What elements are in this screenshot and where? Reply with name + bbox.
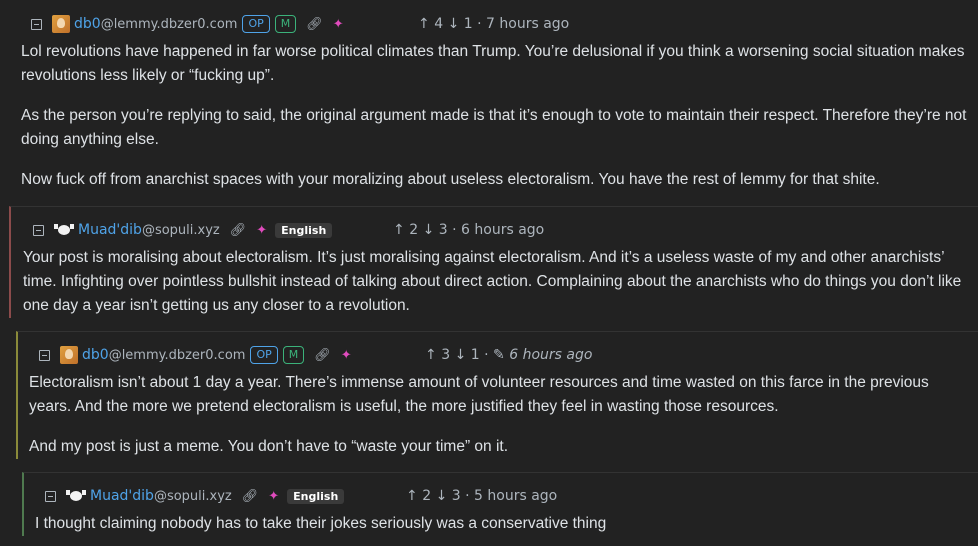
comment: Muad'dib @sopuli.xyz 🔗︎ ✦ English ↑ 2 ↓ 3…: [9, 206, 978, 318]
vote-info: ↑ 3 ↓ 1 · ✎ 6 hours ago: [425, 347, 593, 363]
mod-badge: M: [282, 346, 305, 364]
comment-header: Muad'dib @sopuli.xyz 🔗︎ ✦ English ↑ 2 ↓ 3…: [33, 218, 978, 242]
language-badge: English: [287, 488, 345, 504]
downvote-count: 1: [470, 347, 480, 363]
collapse-icon[interactable]: [33, 224, 44, 236]
timestamp: 5 hours ago: [474, 488, 558, 504]
comment-paragraph: And my post is just a meme. You don’t ha…: [29, 438, 509, 455]
downvote-icon[interactable]: ↓: [455, 347, 467, 363]
comment-paragraph: As the person you’re replying to said, t…: [21, 107, 967, 148]
downvote-icon[interactable]: ↓: [448, 16, 460, 32]
avatar[interactable]: [60, 346, 78, 364]
comment: db0 @lemmy.dbzer0.com OP M 🔗︎ ✦ ↑ 4 ↓ 1 ·…: [0, 0, 978, 192]
timestamp: 6 hours ago: [461, 222, 545, 238]
upvote-count: 2: [422, 488, 432, 504]
language-badge: English: [275, 222, 333, 238]
instance[interactable]: @sopuli.xyz: [154, 489, 232, 504]
link-icon[interactable]: 🔗︎: [242, 489, 259, 504]
comment-body: Your post is moralising about electorali…: [23, 246, 978, 318]
username[interactable]: db0: [74, 16, 101, 32]
comment-thread: db0 @lemmy.dbzer0.com OP M 🔗︎ ✦ ↑ 4 ↓ 1 ·…: [0, 0, 978, 546]
instance[interactable]: @sopuli.xyz: [142, 223, 220, 238]
op-badge: OP: [242, 15, 270, 33]
upvote-icon[interactable]: ↑: [406, 488, 418, 504]
comment: db0 @lemmy.dbzer0.com OP M 🔗︎ ✦ ↑ 3 ↓ 1 ·…: [16, 331, 978, 459]
mod-badge: M: [274, 15, 297, 33]
vote-info: ↑ 2 ↓ 3 · 5 hours ago: [406, 488, 558, 504]
timestamp: 6 hours ago: [509, 347, 593, 363]
vote-info: ↑ 4 ↓ 1 · 7 hours ago: [418, 16, 570, 32]
edit-icon: ✎: [493, 347, 505, 363]
link-icon[interactable]: 🔗︎: [306, 17, 323, 32]
upvote-icon[interactable]: ↑: [393, 222, 405, 238]
link-icon[interactable]: 🔗︎: [230, 223, 247, 238]
instance[interactable]: @lemmy.dbzer0.com: [101, 17, 238, 32]
collapse-icon[interactable]: [45, 490, 56, 502]
avatar[interactable]: [66, 489, 86, 503]
fediverse-icon[interactable]: ✦: [341, 348, 352, 363]
downvote-count: 3: [438, 222, 448, 238]
upvote-count: 4: [434, 16, 444, 32]
comment-paragraph: Electoralism isn’t about 1 day a year. T…: [29, 374, 929, 415]
link-icon[interactable]: 🔗︎: [314, 348, 331, 363]
username[interactable]: Muad'dib: [90, 488, 154, 504]
downvote-count: 3: [451, 488, 461, 504]
avatar[interactable]: [52, 15, 70, 33]
comment-body: Lol revolutions have happened in far wor…: [21, 40, 978, 192]
comment-body: Electoralism isn’t about 1 day a year. T…: [29, 371, 978, 459]
downvote-icon[interactable]: ↓: [423, 222, 435, 238]
fediverse-icon[interactable]: ✦: [333, 17, 344, 32]
collapse-icon[interactable]: [39, 349, 50, 361]
vote-info: ↑ 2 ↓ 3 · 6 hours ago: [393, 222, 545, 238]
op-badge: OP: [250, 346, 278, 364]
fediverse-icon[interactable]: ✦: [256, 223, 267, 238]
downvote-count: 1: [463, 16, 473, 32]
instance[interactable]: @lemmy.dbzer0.com: [109, 348, 246, 363]
timestamp: 7 hours ago: [486, 16, 570, 32]
comment-paragraph: Your post is moralising about electorali…: [23, 249, 962, 314]
downvote-icon[interactable]: ↓: [436, 488, 448, 504]
comment-header: Muad'dib @sopuli.xyz 🔗︎ ✦ English ↑ 2 ↓ 3…: [45, 484, 978, 508]
upvote-count: 3: [441, 347, 451, 363]
comment-paragraph: Now fuck off from anarchist spaces with …: [21, 171, 880, 188]
comment-paragraph: I thought claiming nobody has to take th…: [35, 515, 607, 532]
comment-header: db0 @lemmy.dbzer0.com OP M 🔗︎ ✦ ↑ 3 ↓ 1 ·…: [39, 343, 978, 367]
fediverse-icon[interactable]: ✦: [268, 489, 279, 504]
collapse-icon[interactable]: [31, 18, 42, 30]
comment-body: I thought claiming nobody has to take th…: [35, 512, 978, 536]
avatar[interactable]: [54, 223, 74, 237]
upvote-count: 2: [409, 222, 419, 238]
username[interactable]: db0: [82, 347, 109, 363]
comment-header: db0 @lemmy.dbzer0.com OP M 🔗︎ ✦ ↑ 4 ↓ 1 ·…: [31, 12, 978, 36]
upvote-icon[interactable]: ↑: [425, 347, 437, 363]
comment: Muad'dib @sopuli.xyz 🔗︎ ✦ English ↑ 2 ↓ 3…: [22, 472, 978, 536]
comment-paragraph: Lol revolutions have happened in far wor…: [21, 43, 965, 84]
username[interactable]: Muad'dib: [78, 222, 142, 238]
upvote-icon[interactable]: ↑: [418, 16, 430, 32]
